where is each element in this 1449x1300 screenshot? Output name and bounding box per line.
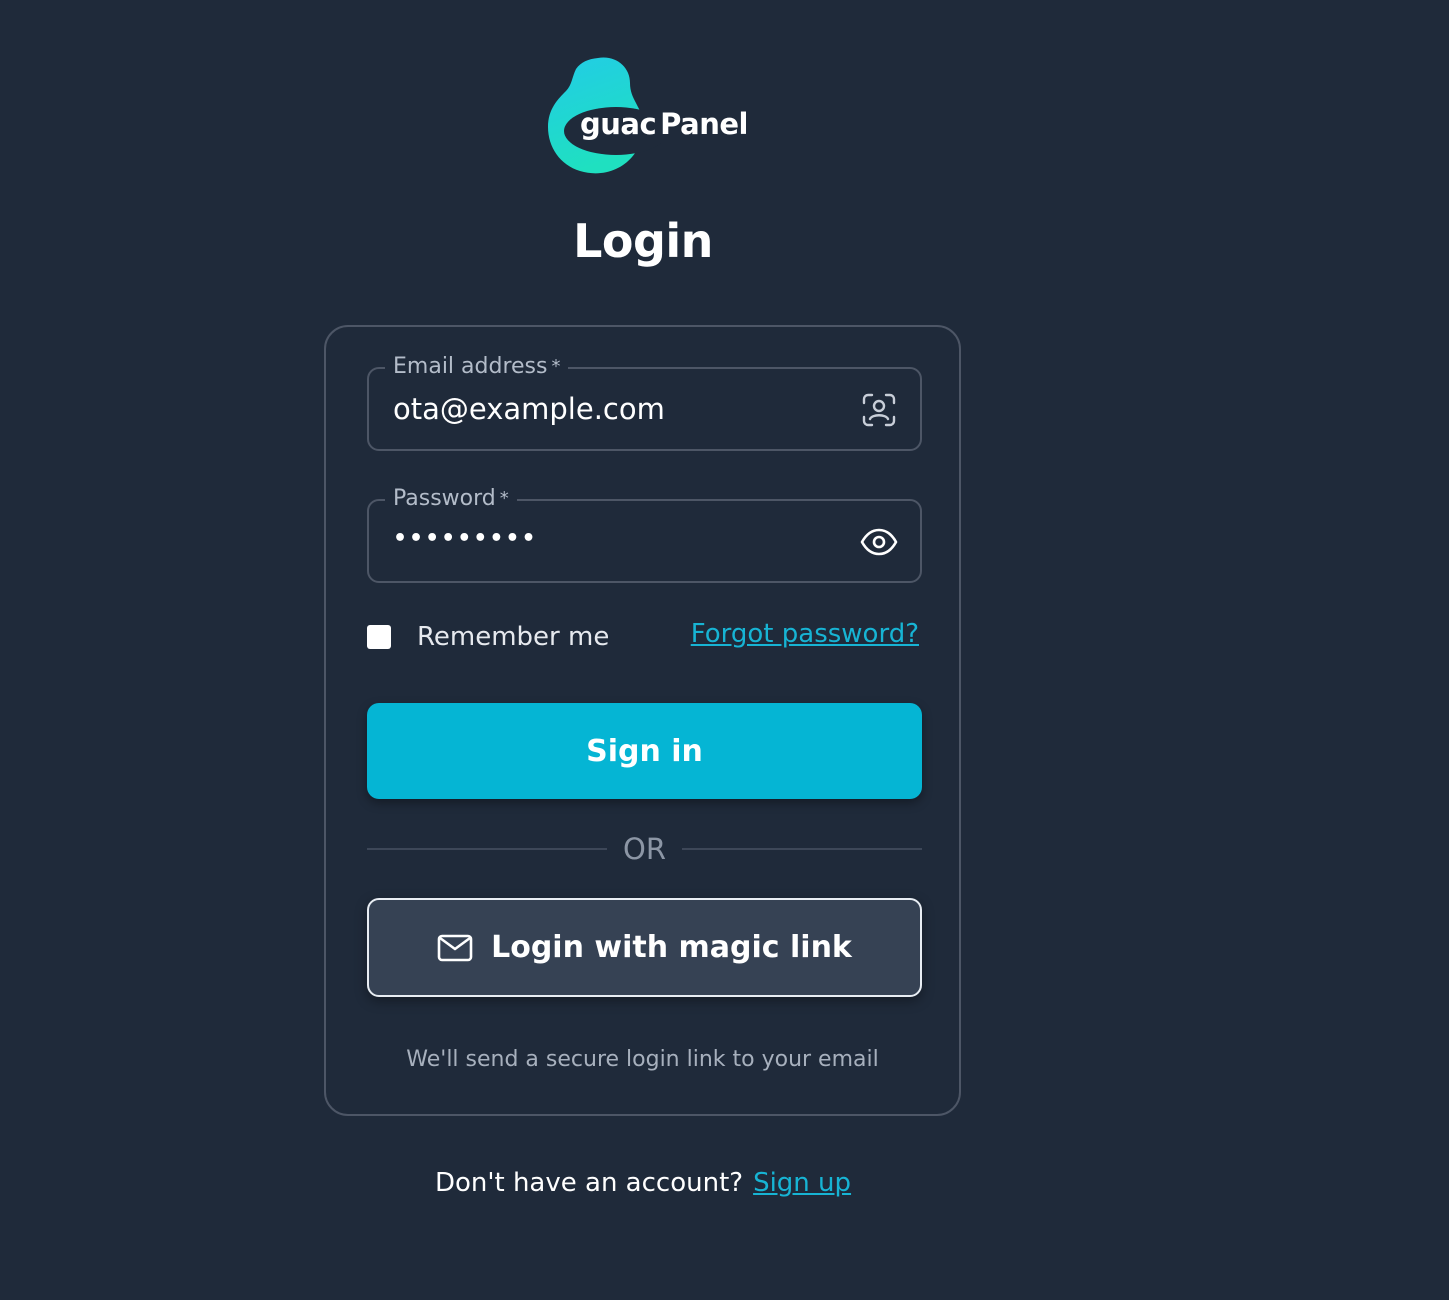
face-scan-icon[interactable] — [860, 391, 898, 429]
divider-line-right — [682, 848, 923, 850]
password-label-text: Password — [393, 486, 496, 511]
password-value[interactable]: ••••••••• — [393, 521, 538, 557]
divider-line-left — [367, 848, 608, 850]
email-required-mark: * — [551, 356, 561, 377]
brand-name-part2: Panel — [660, 107, 748, 141]
email-value[interactable]: ota@example.com — [393, 391, 665, 427]
brand-logo: guac Panel — [546, 55, 748, 180]
brand-wordmark: guac Panel — [580, 107, 748, 141]
signup-prompt-text: Don't have an account? — [434, 1168, 744, 1198]
magic-link-label: Login with magic link — [491, 930, 852, 965]
email-field[interactable]: Email address * ota@example.com — [367, 353, 922, 451]
sign-up-link[interactable]: Sign up — [753, 1168, 851, 1198]
remember-label[interactable]: Remember me — [417, 622, 609, 652]
email-label: Email address * — [385, 353, 569, 381]
email-label-text: Email address — [393, 354, 548, 379]
login-card: Email address * ota@example.com Password *… — [324, 325, 961, 1116]
eye-icon[interactable] — [860, 523, 898, 561]
remember-checkbox[interactable] — [367, 625, 391, 649]
password-required-mark: * — [499, 488, 509, 509]
password-field[interactable]: Password * ••••••••• — [367, 485, 922, 583]
sign-in-button[interactable]: Sign in — [367, 703, 922, 799]
magic-link-hint: We'll send a secure login link to your e… — [406, 1047, 879, 1072]
mail-icon — [437, 934, 473, 962]
signup-prompt: Don't have an account? Sign up — [0, 1168, 1286, 1198]
remember-row: Remember me — [367, 622, 609, 652]
page-title: Login — [573, 214, 713, 268]
magic-link-button[interactable]: Login with magic link — [367, 898, 922, 997]
forgot-password-link[interactable]: Forgot password? — [691, 619, 919, 649]
or-divider: OR — [367, 829, 923, 869]
divider-label: OR — [623, 832, 666, 866]
brand-name-part1: guac — [580, 107, 657, 141]
password-label: Password * — [385, 485, 517, 513]
login-page: guac Panel Login Email address * ota@examp… — [0, 0, 1449, 1300]
